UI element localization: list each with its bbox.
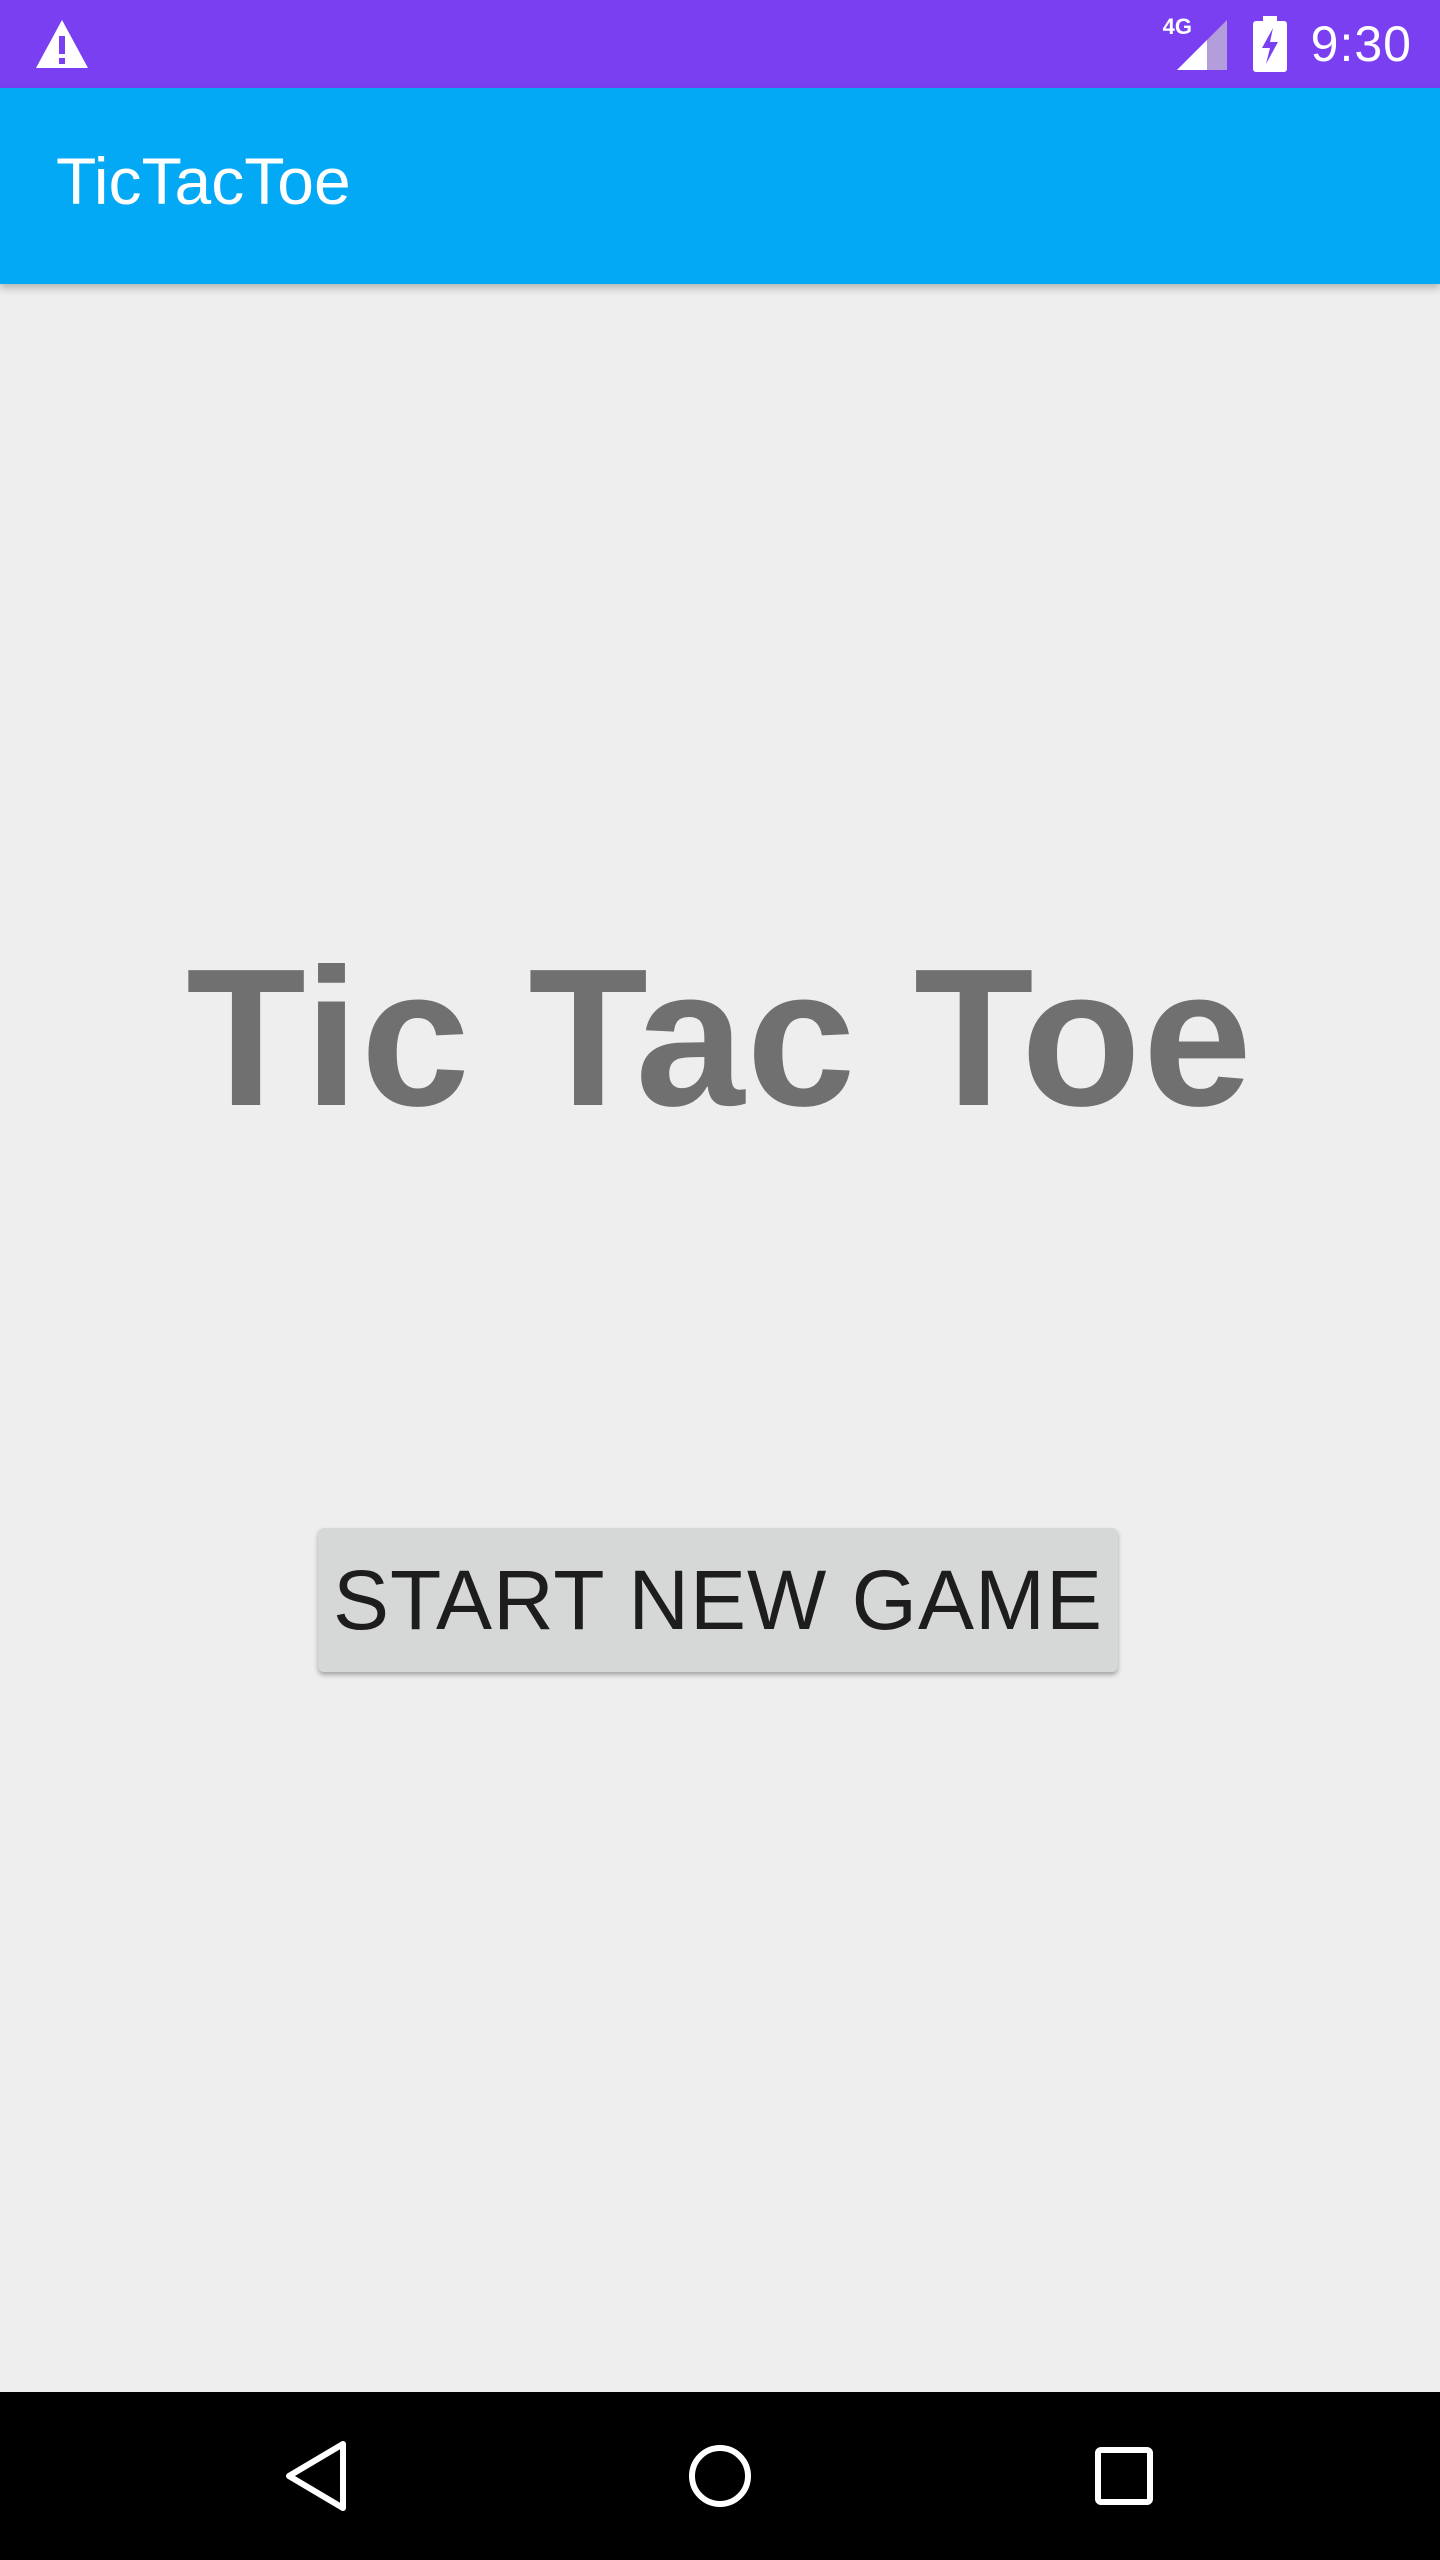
app-bar: TicTacToe	[0, 88, 1440, 284]
recents-icon[interactable]	[1074, 2426, 1174, 2526]
back-icon[interactable]	[266, 2426, 366, 2526]
start-new-game-button-label: START NEW GAME	[332, 1552, 1104, 1647]
warning-icon	[34, 18, 90, 70]
status-bar: 4G 9:30	[0, 0, 1440, 88]
status-time: 9:30	[1310, 16, 1412, 72]
network-type-label: 4G	[1162, 14, 1193, 39]
signal-icon: 4G	[1163, 14, 1229, 72]
navigation-bar	[0, 2392, 1440, 2560]
battery-charging-icon	[1252, 16, 1287, 72]
start-new-game-button[interactable]: START NEW GAME	[318, 1528, 1118, 1672]
screen: 4G 9:30 TicTacToe Tic Tac Toe START NEW …	[0, 0, 1440, 2560]
home-icon[interactable]	[670, 2426, 770, 2526]
app-title: TicTacToe	[56, 144, 351, 218]
status-icons: 4G 9:30	[1163, 0, 1412, 88]
game-title: Tic Tac Toe	[186, 928, 1254, 1147]
